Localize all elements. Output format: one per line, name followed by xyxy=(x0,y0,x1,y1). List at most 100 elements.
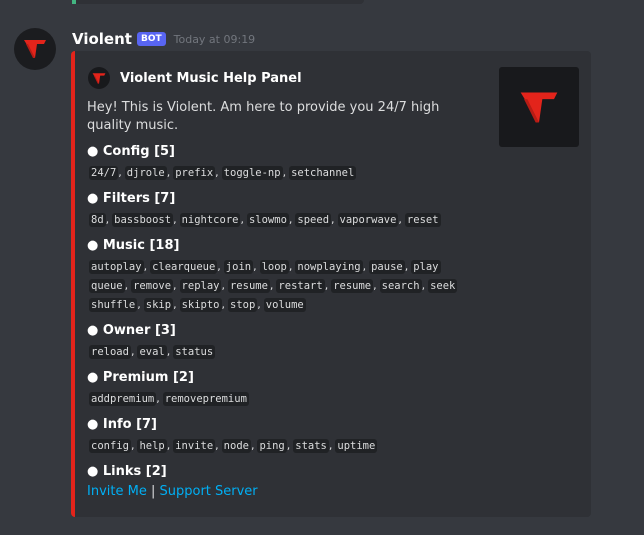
comma-separator: , xyxy=(166,439,171,452)
command-code: uptime xyxy=(335,439,378,453)
command-code: reload xyxy=(89,345,131,359)
command-code: help xyxy=(137,439,167,453)
command-code: setchannel xyxy=(289,166,357,180)
author-icon xyxy=(88,67,110,89)
comma-separator: , xyxy=(166,345,171,358)
command-code: clearqueue xyxy=(150,260,218,274)
command-code: node xyxy=(221,439,251,453)
section-heading: ● Owner [3] xyxy=(87,323,176,338)
comma-separator: , xyxy=(215,166,219,179)
comma-separator: , xyxy=(421,279,426,292)
command-code: pause xyxy=(369,260,405,274)
comma-separator: , xyxy=(288,260,293,273)
avatar[interactable] xyxy=(14,28,56,70)
comma-separator: , xyxy=(118,166,122,179)
command-code: status xyxy=(173,345,216,359)
links-row: Invite Me | Support Server xyxy=(87,483,258,501)
comma-separator: , xyxy=(221,279,225,292)
comma-separator: , xyxy=(324,279,329,292)
message-timestamp: Today at 09:19 xyxy=(173,32,256,46)
command-code: restart xyxy=(276,279,325,293)
previous-message-embed-edge xyxy=(72,0,364,4)
command-code: eval xyxy=(137,345,167,359)
comma-separator: , xyxy=(215,439,219,452)
invite-link[interactable]: Invite Me xyxy=(87,484,147,499)
link-separator: | xyxy=(150,484,156,499)
command-code: shuffle xyxy=(89,298,138,312)
command-code: resume xyxy=(227,279,270,293)
comma-separator: , xyxy=(373,279,377,292)
command-code: remove xyxy=(131,279,174,293)
comma-separator: , xyxy=(253,260,257,273)
comma-separator: , xyxy=(105,213,110,226)
comma-separator: , xyxy=(286,439,291,452)
comma-separator: , xyxy=(166,166,171,179)
command-list-line: config, help, invite, node, ping, stats, uptim… xyxy=(89,437,378,455)
section-heading: ● Filters [7] xyxy=(87,191,176,206)
comma-separator: , xyxy=(124,279,129,292)
command-code: prefix xyxy=(173,166,216,180)
command-list-line: shuffle, skip, skipto, stop, volume xyxy=(89,296,306,314)
command-code: 24/7 xyxy=(89,166,119,180)
comma-separator: , xyxy=(240,213,244,226)
bot-badge: BOT xyxy=(136,32,166,46)
command-code: toggle-np xyxy=(221,166,283,180)
command-code: invite xyxy=(173,439,216,453)
embed-description: Hey! This is Violent. Am here to provide… xyxy=(87,100,440,133)
username[interactable]: Violent xyxy=(72,30,132,48)
command-code: play xyxy=(411,260,441,274)
embed-author-name: Violent Music Help Panel xyxy=(120,70,302,86)
command-list-line: addpremium, removepremium xyxy=(89,390,249,408)
section-heading: ● Premium [2] xyxy=(87,370,194,385)
command-code: replay xyxy=(179,279,222,293)
comma-separator: , xyxy=(143,260,148,273)
violent-logo-icon xyxy=(520,92,558,122)
command-code: djrole xyxy=(124,166,167,180)
comma-separator: , xyxy=(221,298,226,311)
comma-separator: , xyxy=(217,260,221,273)
command-code: skip xyxy=(143,298,174,312)
section-heading: ● Links [2] xyxy=(87,464,167,479)
command-code: slowmo xyxy=(246,213,289,227)
comma-separator: , xyxy=(173,279,177,292)
command-list-line: reload, eval, status xyxy=(89,343,216,361)
command-list-line: 8d, bassboost, nightcore, slowmo, speed, vapo… xyxy=(89,211,441,229)
command-code: stats xyxy=(293,439,329,453)
command-code: config xyxy=(89,439,131,453)
embed-thumbnail[interactable] xyxy=(499,67,579,147)
command-list-line: 24/7, djrole, prefix, toggle-np, setchannel xyxy=(89,164,357,182)
command-code: reset xyxy=(404,213,441,227)
comma-separator: , xyxy=(130,439,135,452)
comma-separator: , xyxy=(404,260,409,273)
command-list-line: autoplay, clearqueue, join, loop, nowplaying… xyxy=(89,258,441,276)
command-code: addpremium xyxy=(89,392,157,406)
comma-separator: , xyxy=(269,279,274,292)
message-header: Violent BOT Today at 09:19 xyxy=(72,28,255,50)
comma-separator: , xyxy=(250,439,255,452)
command-list-line: queue, remove, replay, resume, restart, resum… xyxy=(89,277,458,295)
comma-separator: , xyxy=(173,213,177,226)
comma-separator: , xyxy=(328,439,333,452)
command-code: stop xyxy=(228,298,258,312)
comma-separator: , xyxy=(282,166,287,179)
violent-logo-icon xyxy=(92,72,106,84)
command-code: removepremium xyxy=(162,392,249,406)
command-code: nightcore xyxy=(179,213,241,227)
command-code: ping xyxy=(257,439,287,453)
support-server-link[interactable]: Support Server xyxy=(160,484,258,499)
command-code: speed xyxy=(295,213,332,227)
comma-separator: , xyxy=(257,298,261,311)
section-heading: ● Music [18] xyxy=(87,238,180,253)
command-code: skipto xyxy=(179,298,222,312)
command-code: resume xyxy=(331,279,374,293)
command-code: seek xyxy=(428,279,458,293)
command-code: autoplay xyxy=(89,260,144,274)
command-code: loop xyxy=(259,260,289,274)
command-code: join xyxy=(223,260,254,274)
comma-separator: , xyxy=(398,213,402,226)
section-heading: ● Info [7] xyxy=(87,417,158,432)
command-code: search xyxy=(379,279,422,293)
help-embed: Violent Music Help Panel Hey! This is Vi… xyxy=(71,51,591,517)
command-code: vaporwave xyxy=(337,213,399,227)
comma-separator: , xyxy=(156,392,160,405)
